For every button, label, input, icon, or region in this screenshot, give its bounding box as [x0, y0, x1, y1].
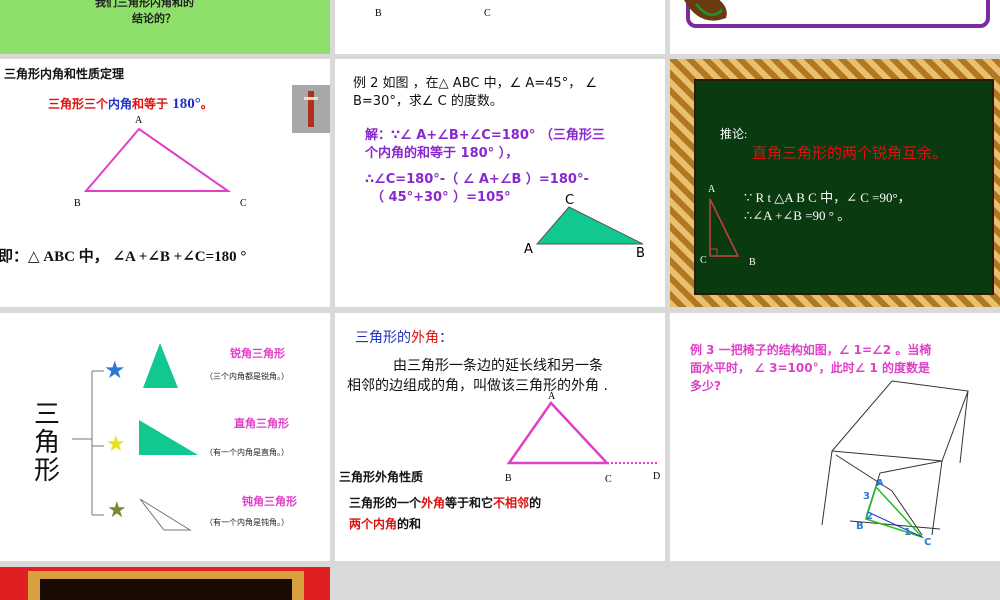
- star-icon: ★: [106, 432, 126, 457]
- slide-thumbnail-8[interactable]: 三角形的外角： 由三角形一条边的延长线和另一条 相邻的边组成的角，叫做该三角形的…: [335, 313, 665, 561]
- slide-thumbnail-5[interactable]: 例 2 如图 ，在△ ABC 中，∠ A=45°， ∠ B=30°，求∠ C 的…: [335, 59, 665, 307]
- vertex-label-c: C: [484, 8, 491, 19]
- theorem-statement: 即：△ ABC 中， ∠A +∠B +∠C=180 °: [0, 249, 247, 265]
- slide-thumbnail-3[interactable]: [670, 0, 1000, 54]
- right-desc: （有一个内角是直角。）: [205, 448, 289, 457]
- vertex-label-b: B: [505, 473, 512, 484]
- obtuse-desc: （有一个内角是钝角。）: [205, 518, 289, 527]
- chair-label-c: C: [924, 537, 932, 548]
- triangle-abc-figure: [83, 127, 232, 192]
- chair-label-1: 1: [904, 527, 911, 538]
- prop-part-3: 等于和它: [445, 496, 494, 510]
- vertex-label-b: B: [749, 257, 756, 268]
- vertex-label-a: A: [548, 391, 556, 402]
- slide-thumbnail-10[interactable]: [0, 567, 330, 600]
- star-icon: ★: [104, 356, 126, 384]
- prop-part-2: 外角: [421, 496, 446, 510]
- property-line-1: 三角形的一个外角等于和它不相邻的: [349, 494, 541, 511]
- property-title: 三角形外角性质: [339, 470, 424, 484]
- vertex-label-b: B: [74, 198, 81, 209]
- prop-part-4: 不相邻: [493, 496, 530, 510]
- vertex-label-c: C: [565, 193, 575, 208]
- vertex-label-c: C: [605, 474, 612, 485]
- slide-thumbnail-1[interactable]: 我们三角形内角和的 结论的？: [0, 0, 330, 54]
- vertex-label-a: A: [524, 242, 533, 257]
- property-line-2: 两个内角的和: [349, 515, 421, 532]
- chair-label-3: 3: [863, 491, 870, 502]
- triangle-abc-filled: [535, 206, 644, 245]
- acute-label: 锐角三角形: [230, 347, 285, 360]
- vertex-label-b: B: [636, 246, 645, 261]
- slide-thumbnail-6[interactable]: 推论: 直角三角形的两个锐角互余。 ∵ R t △A B C 中，∠ C =90…: [670, 59, 1000, 307]
- slide-thumbnail-7[interactable]: 三角形 ★ ★ ★ 锐角三角形 （三个内角都是锐角。） 直角三角形 （有一个内角…: [0, 313, 330, 561]
- vertex-label-c: C: [240, 198, 247, 209]
- prop-part-5: 的: [529, 496, 542, 510]
- decorative-frame-art: [684, 0, 990, 28]
- right-triangle-figure: [709, 198, 740, 257]
- vertex-label-a: A: [708, 184, 716, 195]
- chair-label-b: B: [856, 521, 864, 532]
- chair-label-2: 2: [866, 511, 873, 522]
- vertex-label-b: B: [375, 8, 382, 19]
- chair-figure: [821, 380, 969, 539]
- vertex-label-c: C: [700, 255, 707, 266]
- slide-thumbnail-2[interactable]: B C: [335, 0, 665, 54]
- prop-part-1: 三角形的一个: [349, 496, 422, 510]
- star-icon: ★: [107, 498, 127, 523]
- blackboard: [40, 579, 292, 600]
- prop-part-6: 两个内角: [349, 517, 398, 531]
- slide1-line2: 结论的？: [132, 12, 176, 25]
- right-label: 直角三角形: [234, 417, 289, 430]
- obtuse-label: 钝角三角形: [242, 495, 297, 508]
- vertex-label-d: D: [653, 471, 661, 482]
- vertex-label-a: A: [135, 115, 143, 126]
- slide1-line1: 我们三角形内角和的: [95, 0, 194, 9]
- acute-desc: （三个内角都是锐角。）: [205, 372, 289, 381]
- slide-thumbnail-4[interactable]: 三角形内角和性质定理 三角形三个内角和等于 180°。 A B C 即：△ AB…: [0, 59, 330, 307]
- chair-label-a: A: [876, 478, 884, 489]
- prop-part-7: 的和: [397, 517, 422, 531]
- slide-thumbnail-9[interactable]: 例 3 一把椅子的结构如图，∠ 1=∠2 。当椅 面水平时， ∠ 3=100°，…: [670, 313, 1000, 561]
